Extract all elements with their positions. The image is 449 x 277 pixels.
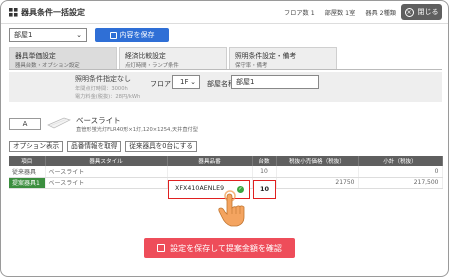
- tab-unit-price[interactable]: 器具単価設定 器具台数・オプション設定: [9, 47, 117, 69]
- row-style: ベースライト: [45, 177, 168, 189]
- floor-select-value: 1F: [180, 78, 189, 86]
- column-header: 器具品番: [167, 156, 253, 166]
- zero-existing-button[interactable]: 従来器具を0台にする: [125, 141, 197, 152]
- base-light-icon: [47, 117, 71, 129]
- tab-economic[interactable]: 経済比較設定 点灯時間・ランプ条件: [119, 47, 227, 69]
- row-subtotal: 0: [358, 166, 443, 178]
- row-price: [276, 166, 359, 178]
- lighting-condition: 照明条件指定なし 年間点灯時間：3000h 電力料金(税抜)：28円/kWh: [75, 74, 140, 100]
- calendar-icon: [157, 244, 166, 252]
- floor-label: フロア: [150, 80, 171, 88]
- condition-hours: 年間点灯時間：3000h: [75, 86, 128, 92]
- condition-bar: 照明条件指定なし 年間点灯時間：3000h 電力料金(税抜)：28円/kWh フ…: [9, 72, 442, 102]
- floor-count: フロア数 1: [284, 10, 315, 17]
- option-display-button[interactable]: オプション表示: [9, 141, 64, 152]
- chevron-down-icon: ⌄: [76, 31, 82, 39]
- room-select-value: 部屋1: [14, 31, 33, 39]
- row-style: ベースライト: [45, 166, 168, 178]
- column-header: 台数: [252, 156, 277, 166]
- fetch-product-info-button[interactable]: 品番情報を取得: [67, 141, 122, 152]
- dialog-title: 器具条件一括設定: [9, 7, 85, 18]
- row-code: [167, 166, 253, 178]
- row-price: 21750: [276, 177, 359, 189]
- tab-title: 器具単価設定: [15, 52, 56, 60]
- pointing-hand-icon: [218, 190, 245, 227]
- row-item: 従来器具: [9, 166, 46, 178]
- room-select[interactable]: 部屋1 ⌄: [9, 28, 87, 42]
- tab-lighting[interactable]: 照明条件設定・備考 保守率・備考: [229, 47, 337, 69]
- column-header: 小計（税抜）: [358, 156, 443, 166]
- close-icon: ×: [404, 7, 414, 17]
- dialog-title-text: 器具条件一括設定: [21, 8, 85, 17]
- grid-icon: [9, 8, 18, 17]
- dialog-frame: 器具条件一括設定 フロア数 1 部屋数 1室 器具 2種類 × 閉じる 部屋1 …: [0, 0, 449, 277]
- confirm-label: 設定を保存して提案金額を確認: [170, 243, 282, 253]
- product-name: ベースライト: [76, 116, 121, 125]
- tab-subtitle: 点灯時間・ランプ条件: [125, 63, 179, 69]
- table-header-row: 項目 器具スタイル 器具品番 台数 税抜小売価格（税抜） 小計（税抜）: [9, 156, 443, 166]
- quantity-input[interactable]: 10: [253, 180, 276, 199]
- row-item: 提案器具1: [9, 177, 46, 189]
- table-row: 従来器具 ベースライト 10 0: [9, 166, 443, 178]
- save-and-confirm-button[interactable]: 設定を保存して提案金額を確認: [144, 238, 295, 258]
- row-qty[interactable]: 10: [252, 166, 277, 178]
- fixture-count: 器具 2種類: [365, 10, 396, 17]
- floor-select[interactable]: 1F ⌄: [172, 75, 200, 89]
- tab-subtitle: 保守率・備考: [235, 63, 268, 69]
- column-header: 項目: [9, 156, 46, 166]
- close-button[interactable]: × 閉じる: [401, 4, 442, 20]
- dialog-header: 器具条件一括設定 フロア数 1 部屋数 1室 器具 2種類 × 閉じる: [1, 1, 448, 24]
- save-icon: [109, 31, 117, 39]
- tab-title: 照明条件設定・備考: [235, 52, 297, 60]
- close-label: 閉じる: [417, 8, 439, 16]
- row-subtotal: 217,500: [358, 177, 443, 189]
- tab-bar: 器具単価設定 器具台数・オプション設定 経済比較設定 点灯時間・ランプ条件 照明…: [9, 47, 337, 69]
- product-type-badge: A: [9, 118, 41, 130]
- column-header: 器具スタイル: [45, 156, 168, 166]
- condition-status: 照明条件指定なし: [75, 75, 131, 83]
- action-buttons: オプション表示 品番情報を取得 従来器具を0台にする: [9, 141, 197, 152]
- column-header: 税抜小売価格（税抜）: [276, 156, 359, 166]
- tab-subtitle: 器具台数・オプション設定: [15, 63, 80, 69]
- condition-rate: 電力料金(税抜)：28円/kWh: [75, 94, 141, 100]
- room-count: 部屋数 1室: [324, 10, 356, 17]
- save-label: 内容を保存: [119, 31, 155, 39]
- product-spec: 直管形蛍光灯FLR40形×1灯,120×1254,天井直付型: [76, 127, 198, 133]
- room-name-input[interactable]: 部屋1: [231, 75, 319, 89]
- tab-title: 経済比較設定: [125, 52, 166, 60]
- chevron-down-icon: ⌄: [190, 78, 196, 86]
- save-button[interactable]: 内容を保存: [95, 28, 169, 42]
- summary-counts: フロア数 1 部屋数 1室 器具 2種類: [284, 8, 396, 17]
- tab-divider: [9, 69, 442, 70]
